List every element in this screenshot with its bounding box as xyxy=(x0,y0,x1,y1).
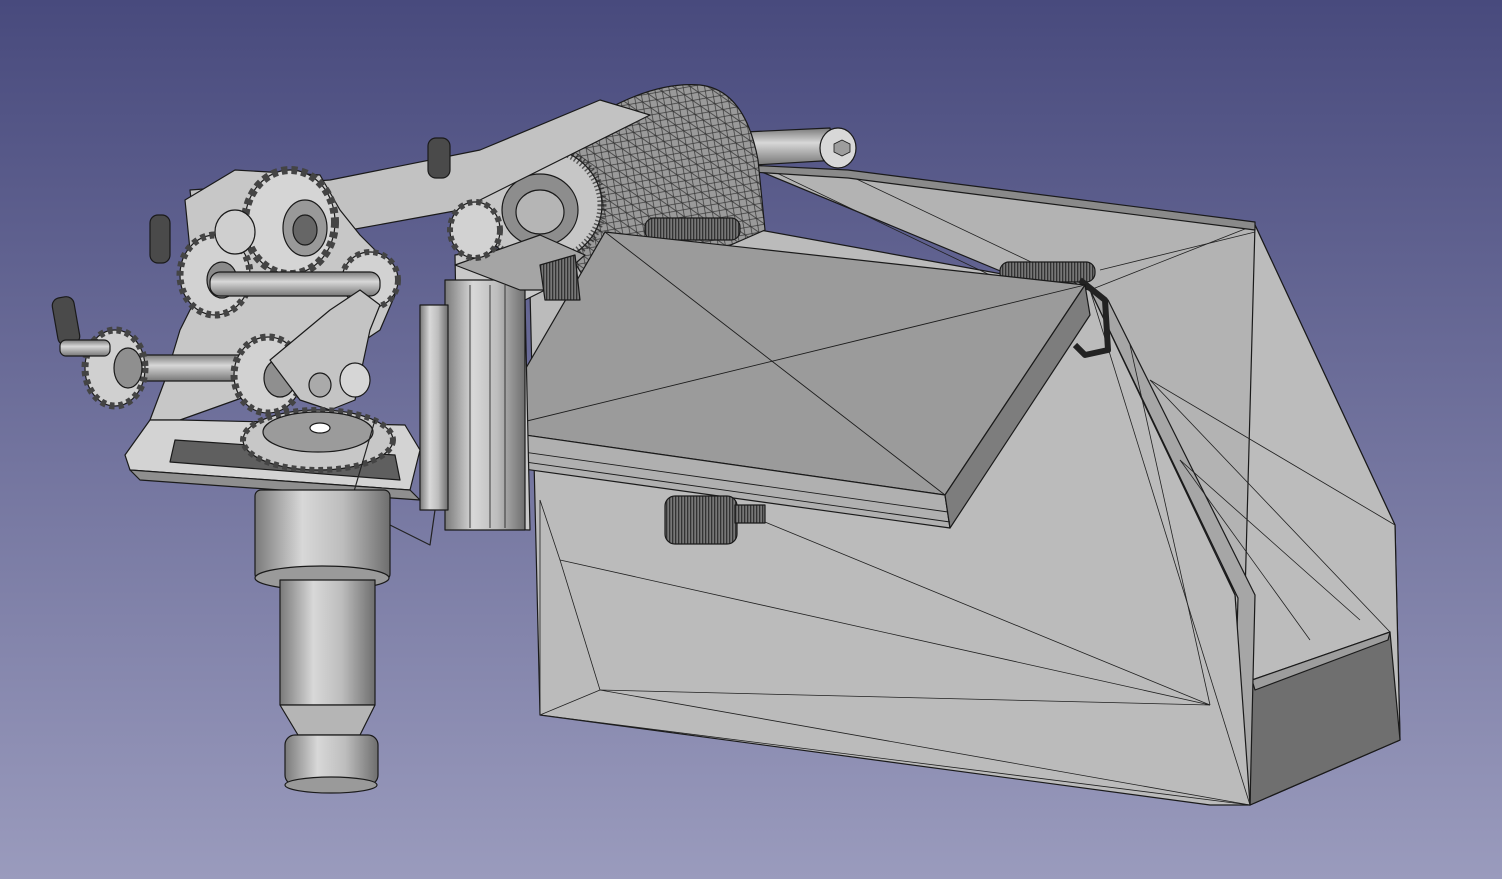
gear-upper[interactable] xyxy=(241,166,339,278)
clip-bottom xyxy=(664,495,738,545)
shaft-upper[interactable] xyxy=(209,271,381,297)
clip-top-left xyxy=(644,217,741,241)
lever-handle-2[interactable] xyxy=(149,214,171,264)
turntable[interactable] xyxy=(240,407,396,473)
model-scene[interactable] xyxy=(0,0,1502,879)
back-shaft[interactable] xyxy=(744,127,857,169)
gear-right[interactable] xyxy=(447,199,503,261)
lever-handle-1[interactable] xyxy=(427,137,451,179)
3d-viewport[interactable] xyxy=(0,0,1502,879)
